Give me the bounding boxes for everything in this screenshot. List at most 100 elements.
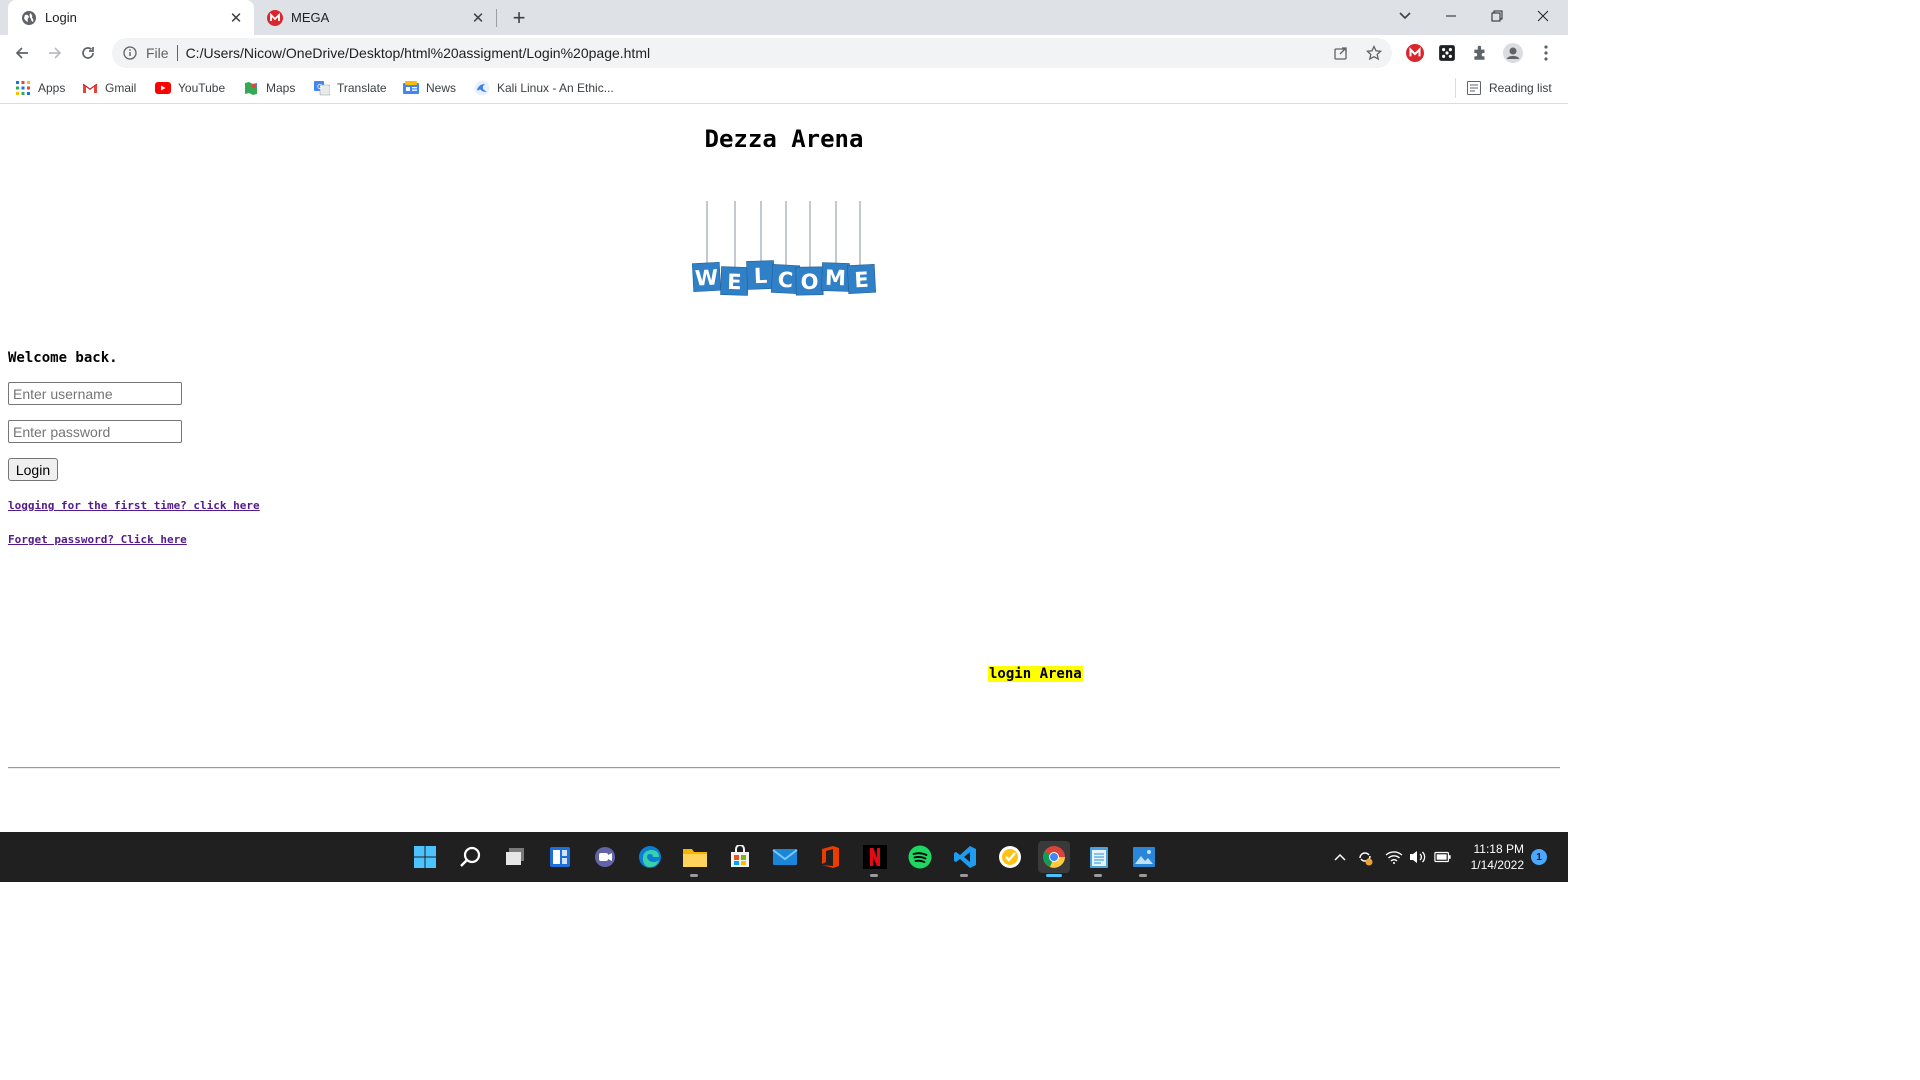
dice-extension-button[interactable] <box>1436 42 1458 64</box>
url-separator <box>176 45 178 61</box>
chrome-icon[interactable] <box>1038 841 1070 873</box>
teams-chat-icon[interactable] <box>589 841 621 873</box>
url-text[interactable]: C:/Users/Nicow/OneDrive/Desktop/html%20a… <box>186 45 651 61</box>
reload-icon <box>82 47 94 59</box>
spotify-icon[interactable] <box>904 841 936 873</box>
store-icon[interactable] <box>724 841 756 873</box>
bookmark-star-button[interactable] <box>1363 42 1385 64</box>
svg-text:W: W <box>694 265 718 290</box>
bookmark-translate[interactable]: G Translate <box>314 78 387 98</box>
running-indicator <box>870 874 878 877</box>
volume-icon[interactable] <box>1409 848 1427 866</box>
first-time-link[interactable]: logging for the first time? click here <box>8 499 260 512</box>
tab-title: MEGA <box>291 10 330 25</box>
extensions-button[interactable] <box>1469 42 1491 64</box>
widgets-icon[interactable] <box>544 841 576 873</box>
bookmark-label: Apps <box>38 81 66 95</box>
forward-arrow-icon <box>49 47 62 59</box>
onedrive-sync-icon[interactable] <box>1356 848 1374 866</box>
close-tab-icon[interactable]: ✕ <box>226 8 246 28</box>
back-arrow-icon <box>15 47 28 59</box>
bookmark-youtube[interactable]: YouTube <box>155 78 225 98</box>
mega-extension-button[interactable] <box>1404 42 1426 64</box>
svg-text:E: E <box>727 270 742 294</box>
welcome-letter-tile: C <box>770 264 801 295</box>
login-button[interactable]: Login <box>8 458 58 481</box>
forgot-password-link[interactable]: Forget password? Click here <box>8 533 187 546</box>
bookmarks-divider <box>1455 78 1456 98</box>
username-input[interactable] <box>8 382 182 405</box>
edge-icon[interactable] <box>634 841 666 873</box>
photos-icon[interactable] <box>1128 841 1160 873</box>
chevron-up-icon[interactable] <box>1331 848 1349 866</box>
star-icon <box>1366 45 1382 61</box>
file-explorer-icon[interactable] <box>679 841 711 873</box>
marquee-text: login Arena <box>988 666 1083 682</box>
reload-button[interactable] <box>74 39 102 67</box>
welcome-letter-tile: E <box>846 263 877 294</box>
back-button[interactable] <box>8 39 36 67</box>
minimize-button[interactable] <box>1428 0 1474 32</box>
url-scheme: File <box>146 45 169 61</box>
taskbar: 11:18 PM 1/14/2022 1 <box>0 832 1568 882</box>
svg-text:G: G <box>317 83 322 91</box>
gmail-icon <box>82 80 98 96</box>
dice-icon <box>1439 45 1455 61</box>
restore-icon <box>1491 10 1503 22</box>
start-icon[interactable] <box>409 841 441 873</box>
tab-separator <box>496 9 497 27</box>
reading-list-icon <box>1466 80 1482 96</box>
tab-strip: Login ✕ MEGA ✕ + <box>0 0 1568 35</box>
address-bar[interactable]: File C:/Users/Nicow/OneDrive/Desktop/htm… <box>112 38 1392 68</box>
profile-button[interactable] <box>1502 42 1524 64</box>
wifi-icon[interactable] <box>1385 848 1403 866</box>
running-indicator <box>1139 874 1147 877</box>
tab-login[interactable]: Login ✕ <box>8 0 254 35</box>
new-tab-button[interactable]: + <box>507 5 531 30</box>
running-indicator <box>690 874 698 877</box>
active-indicator <box>1046 874 1062 877</box>
welcome-image: WELCOME <box>691 201 877 296</box>
norton-icon[interactable] <box>994 841 1026 873</box>
info-icon[interactable] <box>122 45 138 61</box>
taskbar-clock[interactable]: 11:18 PM 1/14/2022 <box>1462 841 1524 873</box>
share-button[interactable] <box>1330 42 1352 64</box>
bookmark-label: YouTube <box>178 81 226 95</box>
password-input[interactable] <box>8 420 182 443</box>
bookmark-label: News <box>426 81 457 95</box>
mail-icon[interactable] <box>769 841 801 873</box>
apps-grid-icon <box>15 80 31 96</box>
clock-time: 11:18 PM <box>1473 842 1524 856</box>
kebab-menu-icon <box>1544 45 1548 61</box>
bookmark-label: Translate <box>337 81 387 95</box>
minimize-icon <box>1446 15 1456 17</box>
tab-mega[interactable]: MEGA ✕ <box>254 0 496 35</box>
welcome-letter-tile: E <box>720 266 749 296</box>
bookmark-news[interactable]: News <box>403 78 456 98</box>
office-icon[interactable] <box>814 841 846 873</box>
welcome-letter-tile: L <box>746 260 775 290</box>
close-tab-icon[interactable]: ✕ <box>468 8 488 28</box>
bookmark-kali-linux[interactable]: Kali Linux - An Ethic... <box>474 78 614 98</box>
notepad-icon[interactable] <box>1083 841 1115 873</box>
task-view-icon[interactable] <box>499 841 531 873</box>
svg-text:O: O <box>800 270 818 294</box>
bookmark-apps[interactable]: Apps <box>15 78 65 98</box>
reading-list-button[interactable]: Reading list <box>1466 78 1552 98</box>
tab-search-button[interactable] <box>1382 0 1428 32</box>
search-icon[interactable] <box>454 841 486 873</box>
tab-title: Login <box>45 10 77 25</box>
avatar-icon <box>1503 43 1523 63</box>
bookmark-gmail[interactable]: Gmail <box>82 78 136 98</box>
puzzle-icon <box>1474 45 1485 60</box>
vscode-icon[interactable] <box>949 841 981 873</box>
battery-icon[interactable] <box>1434 848 1452 866</box>
netflix-icon[interactable] <box>859 841 891 873</box>
bookmark-maps[interactable]: Maps <box>243 78 295 98</box>
welcome-letter-tile: M <box>821 262 850 292</box>
notification-badge[interactable]: 1 <box>1531 849 1547 865</box>
restore-button[interactable] <box>1474 0 1520 32</box>
forward-button[interactable] <box>41 39 69 67</box>
menu-button[interactable] <box>1535 42 1557 64</box>
close-window-button[interactable] <box>1520 0 1566 32</box>
